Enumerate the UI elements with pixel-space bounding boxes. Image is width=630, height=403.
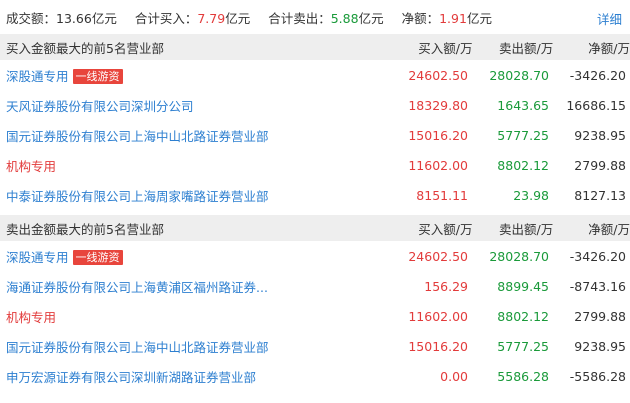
table-row: 天风证券股份有限公司深圳分公司 18329.80 1643.65 16686.15 [0,90,630,120]
detail-link[interactable]: 详细 [597,9,622,28]
sell-amount-cell: 23.98 [513,187,549,203]
branch-name-cell: 天风证券股份有限公司深圳分公司 [0,96,320,115]
branch-name-cell: 深股通专用 一线游资 [0,247,320,266]
col-header-buy: 买入额/万 [418,221,473,237]
buy-amount-cell: 24602.50 [408,248,468,264]
sell-amount-cell: 5777.25 [497,338,549,354]
branch-link[interactable]: 国元证券股份有限公司上海中山北路证券营业部 [6,340,269,355]
branch-name-cell: 申万宏源证券有限公司深圳新湖路证券营业部 [0,367,320,386]
col-header-net: 净额/万 [588,40,630,56]
total-sell-summary: 合计卖出：5.88亿元 [268,10,384,26]
col-header-sell: 卖出额/万 [499,221,554,237]
table-row: 机构专用 11602.00 8802.12 2799.88 [0,150,630,180]
sell-section-title: 卖出金额最大的前5名营业部 [6,221,164,237]
branch-name-cell: 中泰证券股份有限公司上海周家嘴路证券营业部 [0,186,320,205]
branch-link[interactable]: 机构专用 [6,310,56,325]
branch-link[interactable]: 海通证券股份有限公司上海黄浦区福州路证券... [6,280,268,295]
sell-section-header: 卖出金额最大的前5名营业部 买入额/万 卖出额/万 净额/万 [0,215,630,241]
net-amount-cell: -8743.16 [569,278,626,294]
buy-amount-cell: 11602.00 [408,308,468,324]
trader-tag-badge: 一线游资 [72,249,123,265]
sell-amount-cell: 8899.45 [497,278,549,294]
buy-amount-cell: 156.29 [424,278,468,294]
total-buy-summary: 合计买入：7.79亿元 [134,10,251,26]
sell-amount-cell: 1643.65 [497,97,549,113]
sell-amount-cell: 8802.12 [497,157,549,173]
net-summary: 净额：1.91亿元 [401,10,492,26]
branch-link[interactable]: 国元证券股份有限公司上海中山北路证券营业部 [6,129,269,144]
sell-section-table: 深股通专用 一线游资 24602.50 28028.70 -3426.20 海通证券股份有… [0,241,630,391]
branch-name-cell: 机构专用 [0,307,320,326]
buy-amount-cell: 24602.50 [408,67,468,83]
net-amount-cell: 2799.88 [574,308,626,324]
net-amount-cell: 8127.13 [574,187,626,203]
summary-bar: 成交额：13.66亿元 合计买入：7.79亿元 合计卖出：5.88亿元 净额：1… [0,0,630,34]
table-row: 国元证券股份有限公司上海中山北路证券营业部 15016.20 5777.25 9238… [0,120,630,150]
trader-tag-badge: 一线游资 [72,68,123,84]
buy-section-header: 买入金额最大的前5名营业部 买入额/万 卖出额/万 净额/万 [0,34,630,60]
sell-amount-cell: 28028.70 [489,67,549,83]
sell-amount-cell: 5777.25 [497,127,549,143]
buy-section-title: 买入金额最大的前5名营业部 [6,40,164,56]
sell-amount-cell: 8802.12 [497,308,549,324]
net-amount-cell: -3426.20 [569,248,626,264]
branch-name-cell: 机构专用 [0,156,320,175]
buy-amount-cell: 15016.20 [408,127,468,143]
net-amount-cell: 9238.95 [574,338,626,354]
table-row: 机构专用 11602.00 8802.12 2799.88 [0,301,630,331]
net-amount-cell: -3426.20 [569,67,626,83]
col-header-buy: 买入额/万 [418,40,473,56]
buy-amount-cell: 0.00 [440,368,468,384]
table-row: 申万宏源证券有限公司深圳新湖路证券营业部 0.00 5586.28 -5586.28 [0,361,630,391]
col-header-net: 净额/万 [588,221,630,237]
branch-link[interactable]: 机构专用 [6,159,56,174]
buy-amount-cell: 11602.00 [408,157,468,173]
branch-name-cell: 深股通专用 一线游资 [0,66,320,85]
volume-summary: 成交额：13.66亿元 [6,10,117,26]
branch-name-cell: 国元证券股份有限公司上海中山北路证券营业部 [0,337,320,356]
net-amount-cell: -5586.28 [569,368,626,384]
buy-amount-cell: 15016.20 [408,338,468,354]
col-header-sell: 卖出额/万 [499,40,554,56]
table-row: 深股通专用 一线游资 24602.50 28028.70 -3426.20 [0,241,630,271]
branch-link[interactable]: 申万宏源证券有限公司深圳新湖路证券营业部 [6,370,256,385]
branch-link[interactable]: 天风证券股份有限公司深圳分公司 [6,99,194,114]
table-row: 国元证券股份有限公司上海中山北路证券营业部 15016.20 5777.25 9238… [0,331,630,361]
buy-amount-cell: 8151.11 [416,187,468,203]
net-amount-cell: 2799.88 [574,157,626,173]
branch-link[interactable]: 深股通专用 [6,69,69,84]
table-row: 中泰证券股份有限公司上海周家嘴路证券营业部 8151.11 23.98 8127.13 [0,180,630,210]
branch-name-cell: 海通证券股份有限公司上海黄浦区福州路证券... [0,277,320,296]
sell-amount-cell: 5586.28 [497,368,549,384]
branch-name-cell: 国元证券股份有限公司上海中山北路证券营业部 [0,126,320,145]
buy-section-table: 深股通专用 一线游资 24602.50 28028.70 -3426.20 天风证券股份有… [0,60,630,210]
sell-amount-cell: 28028.70 [489,248,549,264]
table-row: 海通证券股份有限公司上海黄浦区福州路证券... 156.29 8899.45 -874… [0,271,630,301]
net-amount-cell: 16686.15 [566,97,626,113]
branch-link[interactable]: 中泰证券股份有限公司上海周家嘴路证券营业部 [6,189,269,204]
branch-link[interactable]: 深股通专用 [6,250,69,265]
buy-amount-cell: 18329.80 [408,97,468,113]
net-amount-cell: 9238.95 [574,127,626,143]
table-row: 深股通专用 一线游资 24602.50 28028.70 -3426.20 [0,60,630,90]
